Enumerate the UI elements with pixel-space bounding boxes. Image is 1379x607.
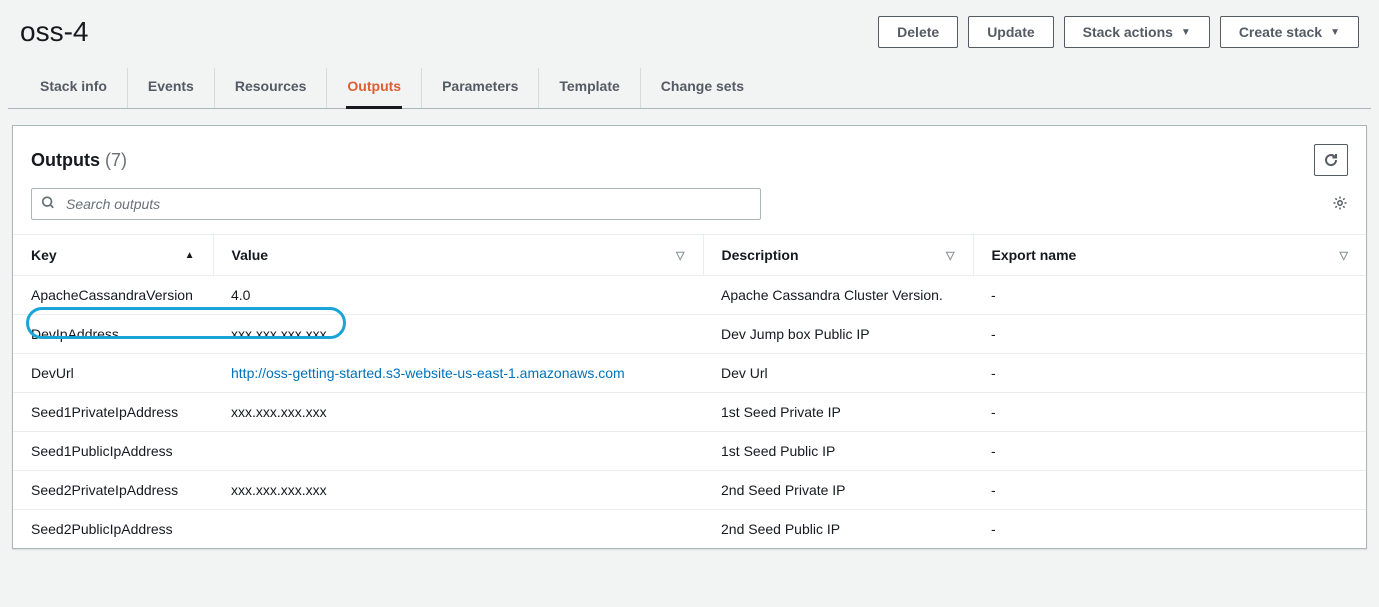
tab-parameters[interactable]: Parameters: [422, 68, 539, 108]
cell-description: 1st Seed Public IP: [703, 432, 973, 471]
col-header-value[interactable]: Value ▽: [213, 235, 703, 276]
tab-outputs[interactable]: Outputs: [327, 68, 422, 108]
update-button-label: Update: [987, 24, 1034, 40]
search-input[interactable]: [31, 188, 761, 220]
cell-value: xxx.xxx.xxx.xxx: [213, 393, 703, 432]
cell-export-name: -: [973, 276, 1366, 315]
table-row: Seed1PrivateIpAddressxxx.xxx.xxx.xxx1st …: [13, 393, 1366, 432]
search-wrap: [31, 188, 761, 220]
header-actions: Delete Update Stack actions ▼ Create sta…: [878, 16, 1359, 48]
cell-description: 1st Seed Private IP: [703, 393, 973, 432]
col-export-name-label: Export name: [992, 247, 1077, 263]
panel-title: Outputs (7): [31, 150, 127, 171]
page-title: oss-4: [20, 16, 88, 48]
filter-icon: ▽: [676, 249, 684, 262]
cell-description: Dev Url: [703, 354, 973, 393]
cell-description: 2nd Seed Private IP: [703, 471, 973, 510]
panel-count: (7): [105, 150, 127, 170]
table-row: Seed2PublicIpAddress 2nd Seed Public IP-: [13, 510, 1366, 549]
cell-key: Seed2PublicIpAddress: [13, 510, 213, 549]
table-row: DevIpAddressxxx.xxx.xxx.xxxDev Jump box …: [13, 315, 1366, 354]
settings-button[interactable]: [1332, 195, 1348, 214]
refresh-button[interactable]: [1314, 144, 1348, 176]
table-row: DevUrl http://oss-getting-started.s3-webs…: [13, 354, 1366, 393]
col-description-label: Description: [722, 247, 799, 263]
value-link[interactable]: http://oss-getting-started.s3-website-us…: [231, 365, 625, 381]
stack-actions-label: Stack actions: [1083, 24, 1173, 40]
table-row: Seed2PrivateIpAddressxxx.xxx.xxx.xxx2nd …: [13, 471, 1366, 510]
tabs: Stack info Events Resources Outputs Para…: [8, 68, 1371, 109]
outputs-panel: Outputs (7): [12, 125, 1367, 549]
panel-title-text: Outputs: [31, 150, 100, 170]
filter-icon: ▽: [946, 249, 954, 262]
refresh-icon: [1323, 152, 1339, 168]
cell-key: DevUrl: [13, 354, 213, 393]
delete-button-label: Delete: [897, 24, 939, 40]
cell-key: Seed1PrivateIpAddress: [13, 393, 213, 432]
cell-description: Dev Jump box Public IP: [703, 315, 973, 354]
col-header-description[interactable]: Description ▽: [703, 235, 973, 276]
tab-change-sets[interactable]: Change sets: [641, 68, 764, 108]
chevron-down-icon: ▼: [1181, 27, 1191, 38]
tab-events[interactable]: Events: [128, 68, 215, 108]
cell-export-name: -: [973, 471, 1366, 510]
tab-resources[interactable]: Resources: [215, 68, 328, 108]
gear-icon: [1332, 195, 1348, 211]
cell-key: Seed2PrivateIpAddress: [13, 471, 213, 510]
cell-value: xxx.xxx.xxx.xxx: [213, 315, 703, 354]
stack-actions-button[interactable]: Stack actions ▼: [1064, 16, 1210, 48]
chevron-down-icon: ▼: [1330, 27, 1340, 38]
cell-export-name: -: [973, 393, 1366, 432]
cell-export-name: -: [973, 354, 1366, 393]
cell-value: [213, 510, 703, 549]
search-icon: [41, 196, 55, 213]
tab-stack-info[interactable]: Stack info: [20, 68, 128, 108]
sort-asc-icon: ▲: [185, 250, 195, 261]
cell-value: http://oss-getting-started.s3-website-us…: [213, 354, 703, 393]
cell-value: [213, 432, 703, 471]
cell-value: xxx.xxx.xxx.xxx: [213, 471, 703, 510]
cell-export-name: -: [973, 432, 1366, 471]
tab-template[interactable]: Template: [539, 68, 640, 108]
cell-value: 4.0: [213, 276, 703, 315]
cell-key: ApacheCassandraVersion: [13, 276, 213, 315]
cell-export-name: -: [973, 315, 1366, 354]
cell-description: Apache Cassandra Cluster Version.: [703, 276, 973, 315]
col-key-label: Key: [31, 247, 57, 263]
col-value-label: Value: [232, 247, 269, 263]
cell-description: 2nd Seed Public IP: [703, 510, 973, 549]
create-stack-label: Create stack: [1239, 24, 1322, 40]
cell-key: Seed1PublicIpAddress: [13, 432, 213, 471]
table-row: ApacheCassandraVersion4.0Apache Cassandr…: [13, 276, 1366, 315]
filter-icon: ▽: [1340, 249, 1348, 262]
outputs-table: Key ▲ Value ▽ Description ▽: [13, 234, 1366, 548]
table-row: Seed1PublicIpAddress 1st Seed Public IP-: [13, 432, 1366, 471]
create-stack-button[interactable]: Create stack ▼: [1220, 16, 1359, 48]
delete-button[interactable]: Delete: [878, 16, 958, 48]
cell-export-name: -: [973, 510, 1366, 549]
col-header-export-name[interactable]: Export name ▽: [973, 235, 1366, 276]
cell-key: DevIpAddress: [13, 315, 213, 354]
update-button[interactable]: Update: [968, 16, 1053, 48]
col-header-key[interactable]: Key ▲: [13, 235, 213, 276]
